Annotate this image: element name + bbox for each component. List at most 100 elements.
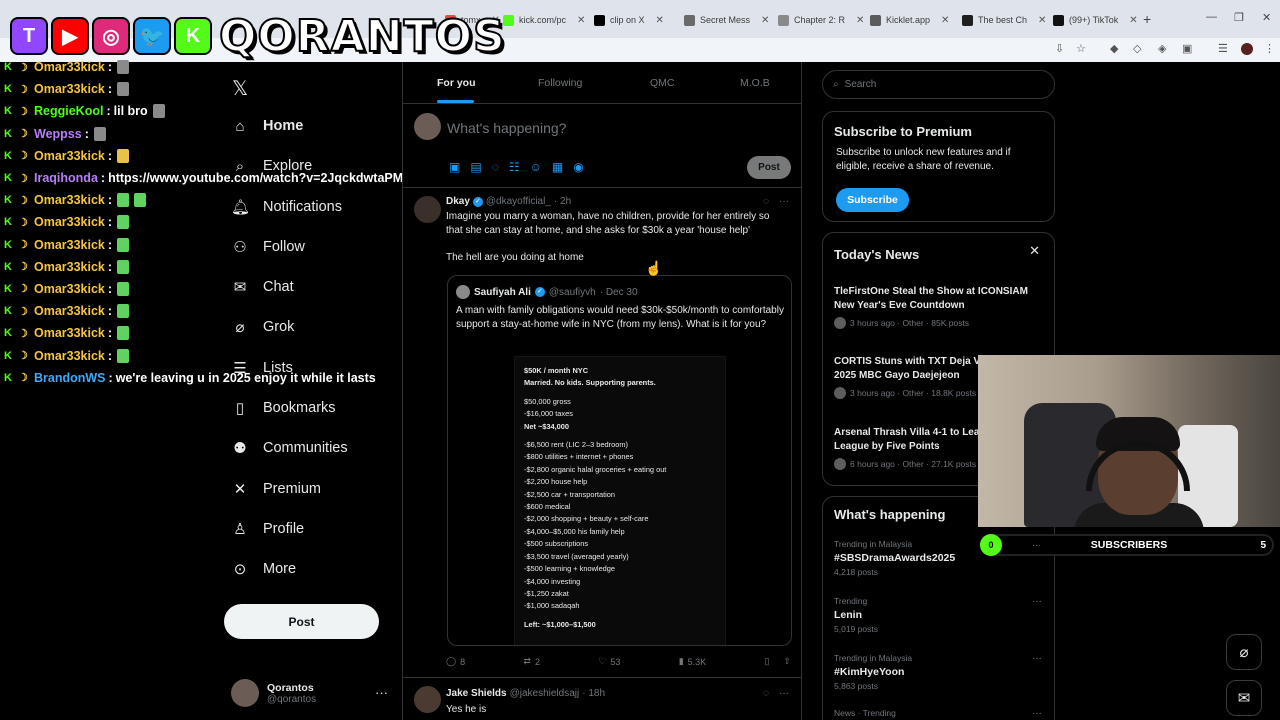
browser-tab[interactable]: Chapter 2: R ✕	[778, 8, 864, 32]
chat-username[interactable]: Iraqihonda	[34, 171, 98, 185]
chat-username[interactable]: Omar33kick	[34, 260, 105, 274]
composer-post-button[interactable]: Post	[747, 156, 791, 179]
nav-item-chat[interactable]: ✉ Chat	[231, 274, 294, 300]
close-tab-icon[interactable]: ✕	[1129, 15, 1137, 26]
extension-icon[interactable]: ◈	[1158, 42, 1166, 55]
nav-item-more[interactable]: ⊙ More	[231, 556, 296, 582]
quoted-tweet[interactable]: Saufiyah Ali ✓ @saufiyvh · Dec 30 A man …	[447, 275, 792, 646]
emoji-icon[interactable]: ☺	[530, 160, 542, 174]
like-button[interactable]: ♡ 53	[598, 656, 620, 667]
views-button[interactable]: ▮ 5.3K	[679, 656, 706, 667]
profile-icon[interactable]	[1241, 43, 1253, 55]
nav-item-premium[interactable]: ✕ Premium	[231, 476, 321, 502]
share-icon[interactable]: ⇧	[783, 656, 791, 667]
grok-icon[interactable]: ◌	[763, 688, 769, 699]
tab-for-you[interactable]: For you	[437, 77, 476, 89]
trend-item[interactable]: Trending in Malaysia #KimHyeYoon 5,863 pos…	[834, 653, 1044, 691]
sidebar-icon[interactable]: ☰	[1218, 42, 1228, 55]
chat-username[interactable]: Omar33kick	[34, 349, 105, 363]
browser-tab[interactable]: Secret Mess ✕	[684, 8, 769, 32]
tab-mob[interactable]: M.O.B	[740, 77, 770, 89]
nav-item-profile[interactable]: ♙ Profile	[231, 516, 304, 542]
extension-icon[interactable]: ◆	[1110, 42, 1118, 55]
chat-username[interactable]: Omar33kick	[34, 282, 105, 296]
messages-float-button[interactable]: ✉	[1226, 680, 1262, 716]
repost-button[interactable]: ⇄ 2	[523, 656, 540, 667]
browser-tab[interactable]: The best Ch ✕	[962, 8, 1046, 32]
chat-username[interactable]: Omar33kick	[34, 82, 105, 96]
tab-qmc[interactable]: QMC	[650, 77, 675, 89]
more-icon[interactable]: ···	[779, 688, 789, 699]
star-icon[interactable]: ☆	[1076, 42, 1086, 55]
grok-float-button[interactable]: ⌀	[1226, 634, 1262, 670]
browser-tab[interactable]: (99+) TikTok ✕	[1053, 8, 1138, 32]
extension-icon[interactable]: ◇	[1133, 42, 1141, 55]
schedule-icon[interactable]: ▦	[552, 160, 563, 174]
search-input[interactable]: ⌕ Search	[822, 70, 1055, 99]
location-icon[interactable]: ◉	[573, 160, 583, 174]
close-tab-icon[interactable]: ✕	[577, 15, 585, 26]
browser-tab[interactable]: clip on X ✕	[594, 8, 664, 32]
nav-item-follow[interactable]: ⚇ Follow	[231, 234, 305, 260]
x-logo-icon[interactable]: 𝕏	[232, 76, 248, 101]
tweet-author-handle[interactable]: @dkayofficial_	[486, 196, 551, 207]
tweet-time[interactable]: · 2h	[554, 196, 571, 207]
more-icon[interactable]: ···	[1032, 708, 1042, 719]
close-tab-icon[interactable]: ✕	[941, 15, 949, 26]
chat-username[interactable]: Omar33kick	[34, 326, 105, 340]
chat-username[interactable]: Omar33kick	[34, 193, 105, 207]
trend-item[interactable]: News · Trending	[834, 708, 1044, 718]
bookmark-button[interactable]: ▯ ⇧	[764, 656, 791, 667]
poll-icon[interactable]: ☷	[509, 160, 520, 174]
puzzle-icon[interactable]: ▣	[1182, 42, 1192, 55]
compose-input[interactable]: What's happening?	[447, 120, 566, 136]
chat-username[interactable]: Weppss	[34, 127, 82, 141]
reply-button[interactable]: ◯ 8	[446, 656, 465, 667]
nav-item-explore[interactable]: ⌕ Explore	[231, 153, 312, 179]
more-icon[interactable]: ···	[1032, 653, 1042, 664]
browser-tab[interactable]: kick.com/pc ✕	[503, 8, 585, 32]
restore-icon[interactable]: ❐	[1234, 11, 1244, 24]
close-tab-icon[interactable]: ✕	[1038, 15, 1046, 26]
nav-item-communities[interactable]: ⚉ Communities	[231, 435, 347, 461]
chat-username[interactable]: BrandonWS	[34, 371, 106, 385]
tweet-time[interactable]: · 18h	[582, 688, 605, 699]
tweet-author-name[interactable]: Dkay	[446, 196, 470, 207]
grok-icon[interactable]: ◌	[763, 196, 769, 207]
close-icon[interactable]: ✕	[1029, 243, 1040, 259]
chat-username[interactable]: ReggieKool	[34, 104, 103, 118]
tweet[interactable]: Dkay ✓ @dkayofficial_ · 2h ◌ ··· Imagine…	[403, 188, 801, 677]
nav-item-lists[interactable]: ☰ Lists	[231, 355, 293, 381]
account-switcher[interactable]: Qorantos @qorantos	[231, 679, 316, 707]
subscribe-button[interactable]: Subscribe	[836, 188, 909, 212]
close-tab-icon[interactable]: ✕	[656, 15, 664, 26]
grok-icon[interactable]: ◌	[492, 160, 499, 174]
nav-item-bookmarks[interactable]: ▯ Bookmarks	[231, 395, 336, 421]
chat-username[interactable]: Omar33kick	[34, 304, 105, 318]
new-tab-button[interactable]: +	[1143, 11, 1151, 27]
nav-item-home[interactable]: ⌂ Home	[231, 113, 303, 139]
close-tab-icon[interactable]: ✕	[761, 15, 769, 26]
close-tab-icon[interactable]: ✕	[856, 15, 864, 26]
browser-tab[interactable]: Kicklet.app ✕	[870, 8, 949, 32]
news-item[interactable]: TleFirstOne Steal the Show at ICONSIAM N…	[834, 285, 1044, 329]
gif-icon[interactable]: ▤	[470, 160, 481, 174]
nav-item-notifications[interactable]: 🔔︎ Notifications	[231, 194, 342, 220]
tab-following[interactable]: Following	[538, 77, 582, 89]
trend-item[interactable]: Trending Lenin 5,019 posts	[834, 596, 1044, 634]
more-icon[interactable]: ···	[779, 196, 789, 207]
tweet[interactable]: Jake Shields @jakeshieldsajj · 18h ◌ ···…	[403, 678, 801, 720]
chat-username[interactable]: Omar33kick	[34, 149, 105, 163]
install-icon[interactable]: ⇩	[1055, 42, 1064, 55]
chat-username[interactable]: Omar33kick	[34, 60, 105, 74]
quote-image[interactable]: $50K / month NYC Married. No kids. Suppor…	[514, 356, 726, 645]
nav-item-grok[interactable]: ⌀ Grok	[231, 314, 294, 340]
image-icon[interactable]: ▣	[449, 160, 460, 174]
menu-icon[interactable]: ⋮	[1264, 42, 1275, 55]
more-icon[interactable]: ···	[1032, 596, 1042, 607]
post-button[interactable]: Post	[224, 604, 379, 639]
minimize-icon[interactable]: —	[1206, 11, 1217, 23]
more-icon[interactable]: ···	[375, 685, 388, 700]
tweet-author-name[interactable]: Jake Shields	[446, 688, 507, 699]
chat-username[interactable]: Omar33kick	[34, 215, 105, 229]
